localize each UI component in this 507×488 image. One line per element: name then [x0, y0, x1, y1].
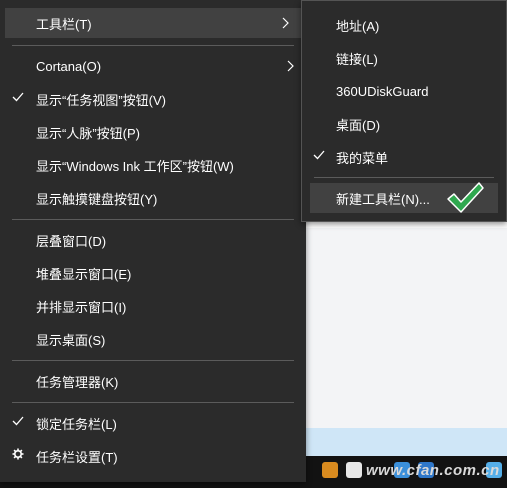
- check-icon: [12, 92, 24, 102]
- menu-item-label: 显示“人脉”按钮(P): [36, 125, 140, 141]
- menu-item-cortana[interactable]: Cortana(O): [0, 51, 306, 81]
- chevron-right-icon: [282, 17, 289, 29]
- menu-item-label: 显示“Windows Ink 工作区”按钮(W): [36, 158, 234, 174]
- menu-item-show-desktop[interactable]: 显示桌面(S): [0, 324, 306, 354]
- menu-item-stacked[interactable]: 堆叠显示窗口(E): [0, 258, 306, 288]
- menu-item-label: 我的菜单: [336, 150, 389, 166]
- separator: [12, 45, 294, 46]
- submenu-item-links[interactable]: 链接(L): [302, 43, 506, 73]
- submenu-item-address[interactable]: 地址(A): [302, 10, 506, 40]
- separator: [12, 219, 294, 220]
- menu-item-taskbar-settings[interactable]: 任务栏设置(T): [0, 441, 306, 471]
- gear-icon: [12, 448, 24, 460]
- menu-item-label: 工具栏(T): [36, 16, 92, 32]
- menu-item-label: 新建工具栏(N)...: [336, 191, 430, 207]
- watermark: www.cfan.com.cn: [366, 462, 500, 479]
- menu-item-label: 并排显示窗口(I): [36, 299, 127, 315]
- menu-item-label: 显示桌面(S): [36, 332, 106, 348]
- menu-item-toolbars[interactable]: 工具栏(T): [5, 8, 301, 38]
- menu-item-label: 360UDiskGuard: [336, 83, 429, 99]
- menu-item-label: 显示触摸键盘按钮(Y): [36, 191, 158, 207]
- menu-item-windows-ink[interactable]: 显示“Windows Ink 工作区”按钮(W): [0, 150, 306, 180]
- taskbar-context-menu: 工具栏(T) Cortana(O) 显示“任务视图”按钮(V) 显示“人脉”按钮…: [0, 0, 306, 482]
- menu-item-label: 任务栏设置(T): [36, 449, 118, 465]
- menu-item-cascade[interactable]: 层叠窗口(D): [0, 225, 306, 255]
- separator: [314, 177, 494, 178]
- check-icon: [313, 150, 325, 160]
- menu-item-touch-keyboard[interactable]: 显示触摸键盘按钮(Y): [0, 183, 306, 213]
- desktop-background: [300, 228, 507, 428]
- menu-item-label: 显示“任务视图”按钮(V): [36, 92, 166, 108]
- search-icon[interactable]: [322, 462, 338, 478]
- menu-item-task-view[interactable]: 显示“任务视图”按钮(V): [0, 84, 306, 114]
- menu-item-label: 地址(A): [336, 18, 380, 34]
- chevron-right-icon: [287, 60, 294, 72]
- separator: [12, 402, 294, 403]
- menu-item-side-by-side[interactable]: 并排显示窗口(I): [0, 291, 306, 321]
- menu-item-label: Cortana(O): [36, 58, 102, 74]
- menu-item-label: 锁定任务栏(L): [36, 416, 117, 432]
- menu-item-task-manager[interactable]: 任务管理器(K): [0, 366, 306, 396]
- submenu-item-360udiskguard[interactable]: 360UDiskGuard: [302, 76, 506, 106]
- green-check-icon: [447, 182, 484, 213]
- check-icon: [12, 416, 24, 426]
- submenu-item-desktop[interactable]: 桌面(D): [302, 109, 506, 139]
- menu-item-label: 链接(L): [336, 51, 378, 67]
- submenu-item-my-menu[interactable]: 我的菜单: [302, 142, 506, 172]
- menu-item-label: 层叠窗口(D): [36, 233, 107, 249]
- menu-item-label: 桌面(D): [336, 117, 381, 133]
- window-strip: [300, 428, 507, 456]
- menu-item-label: 堆叠显示窗口(E): [36, 266, 132, 282]
- separator: [12, 360, 294, 361]
- menu-item-lock-taskbar[interactable]: 锁定任务栏(L): [0, 408, 306, 438]
- notepad-icon[interactable]: [346, 462, 362, 478]
- menu-item-people[interactable]: 显示“人脉”按钮(P): [0, 117, 306, 147]
- menu-item-label: 任务管理器(K): [36, 374, 119, 390]
